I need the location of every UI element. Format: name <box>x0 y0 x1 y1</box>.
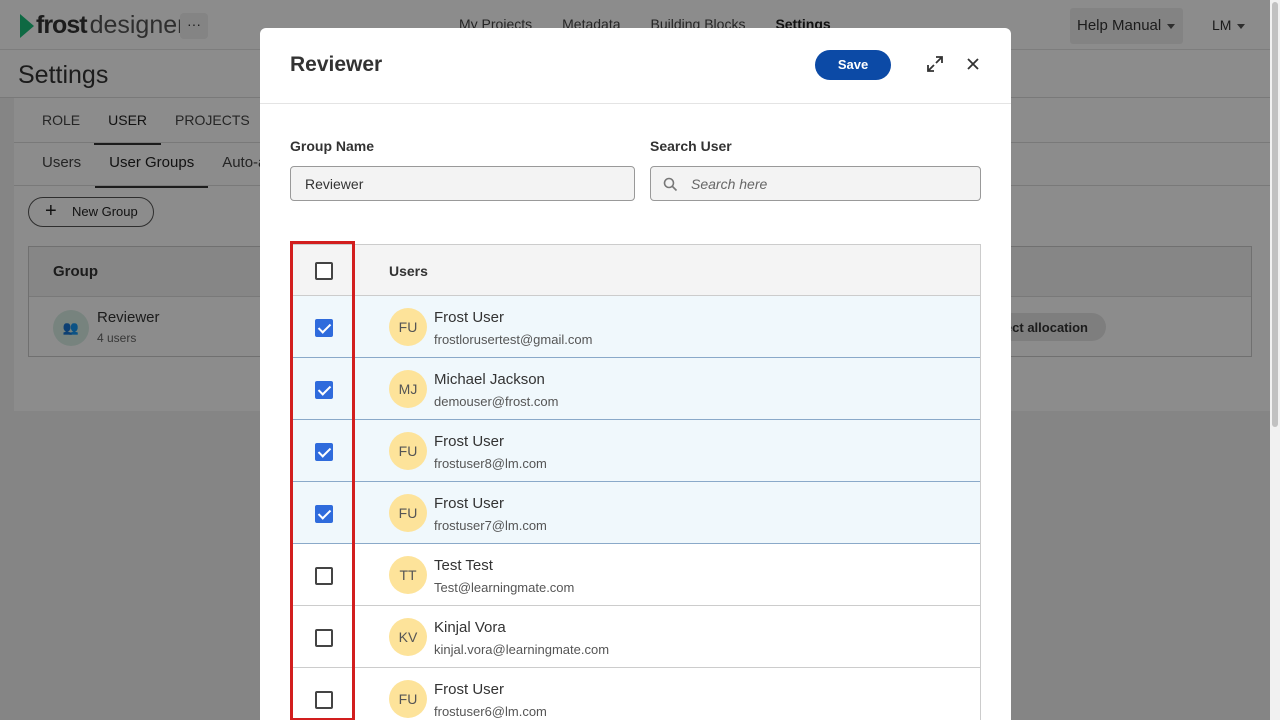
modal-title: Reviewer <box>290 53 383 76</box>
avatar: FU <box>389 680 427 718</box>
search-user-label: Search User <box>650 138 732 154</box>
user-name: Frost User <box>434 309 505 326</box>
save-button[interactable]: Save <box>815 50 891 80</box>
expand-icon[interactable] <box>926 55 944 73</box>
scrollbar-thumb[interactable] <box>1272 2 1278 427</box>
edit-group-modal: Reviewer Save Group Name Search User Use… <box>260 28 1011 720</box>
search-icon <box>663 177 678 192</box>
user-name: Frost User <box>434 433 505 450</box>
user-email: frostlorusertest@gmail.com <box>434 332 593 347</box>
users-table: Users FU Frost User frostlorusertest@gma… <box>290 244 981 720</box>
group-name-field[interactable] <box>290 166 635 201</box>
page-scrollbar[interactable] <box>1270 0 1280 720</box>
avatar: KV <box>389 618 427 656</box>
avatar: TT <box>389 556 427 594</box>
users-table-header: Users <box>291 245 980 296</box>
user-row[interactable]: KV Kinjal Vora kinjal.vora@learningmate.… <box>291 606 980 668</box>
search-user-field[interactable] <box>650 166 981 201</box>
search-input[interactable] <box>691 167 976 200</box>
user-row[interactable]: FU Frost User frostuser6@lm.com <box>291 668 980 720</box>
modal-divider <box>260 103 1011 104</box>
avatar: FU <box>389 494 427 532</box>
user-email: frostuser8@lm.com <box>434 456 547 471</box>
user-email: demouser@frost.com <box>434 394 559 409</box>
user-row[interactable]: MJ Michael Jackson demouser@frost.com <box>291 358 980 420</box>
user-name: Kinjal Vora <box>434 619 506 636</box>
close-icon[interactable] <box>964 55 982 73</box>
user-email: kinjal.vora@learningmate.com <box>434 642 610 657</box>
users-column-header: Users <box>389 263 428 279</box>
user-name: Frost User <box>434 495 505 512</box>
group-name-label: Group Name <box>290 138 375 154</box>
user-name: Test Test <box>434 557 493 574</box>
user-name: Michael Jackson <box>434 371 545 388</box>
user-row[interactable]: FU Frost User frostuser7@lm.com <box>291 482 980 544</box>
checkbox-column-highlight <box>290 241 355 720</box>
user-row[interactable]: TT Test Test Test@learningmate.com <box>291 544 980 606</box>
avatar: MJ <box>389 370 427 408</box>
user-row[interactable]: FU Frost User frostuser8@lm.com <box>291 420 980 482</box>
user-email: frostuser7@lm.com <box>434 518 547 533</box>
avatar: FU <box>389 432 427 470</box>
user-row[interactable]: FU Frost User frostlorusertest@gmail.com <box>291 296 980 358</box>
user-email: Test@learningmate.com <box>434 580 575 595</box>
avatar: FU <box>389 308 427 346</box>
user-email: frostuser6@lm.com <box>434 704 547 719</box>
user-name: Frost User <box>434 681 505 698</box>
